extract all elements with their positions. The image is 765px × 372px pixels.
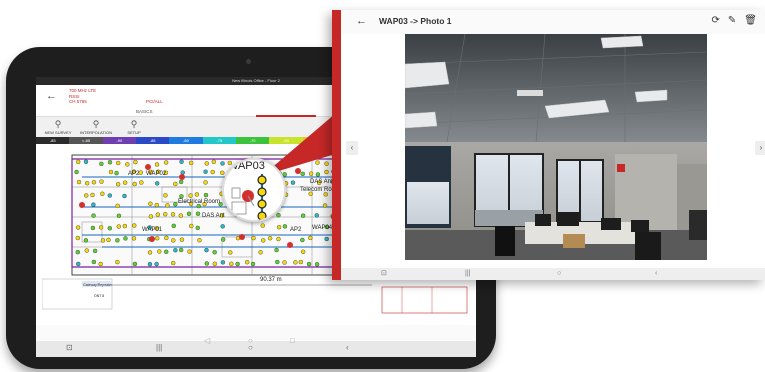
photo-body: ‹ › [341,34,765,268]
home-icon[interactable]: ○ [557,268,561,280]
delete-icon[interactable]: 🗑 [744,15,757,26]
prev-photo-button[interactable]: ‹ [346,141,358,155]
magnifier-label: WAP03 [228,160,265,172]
rotate-icon[interactable]: ⟳ [712,15,720,26]
next-photo-button[interactable]: › [755,141,765,155]
stage: New Illinois Office - Floor 2 ← 700 MHz … [0,0,765,372]
office-photo-image [405,34,707,260]
magnifier-lens: WAP03 [222,158,286,222]
office-photo [405,34,707,260]
arrow-left-icon[interactable]: ← [356,15,367,27]
back-icon[interactable]: ‹ [655,268,657,280]
photo-title: WAP03 -> Photo 1 [379,16,452,26]
accent-edge [332,10,341,280]
photo-navbar: ⊡ ||| ○ ‹ [341,268,765,280]
recent-apps-icon[interactable]: ||| [465,268,470,280]
edit-icon[interactable]: ✎ [728,15,736,26]
photo-actions: ⟳ ✎ 🗑 [712,15,757,26]
screenshot-icon[interactable]: ⊡ [381,268,387,280]
photo-title-bar: ← WAP03 -> Photo 1 ⟳ ✎ 🗑 [341,10,765,34]
photo-viewer-window: ← WAP03 -> Photo 1 ⟳ ✎ 🗑 ‹ › ⊡ ||| ○ ‹ [332,10,765,280]
